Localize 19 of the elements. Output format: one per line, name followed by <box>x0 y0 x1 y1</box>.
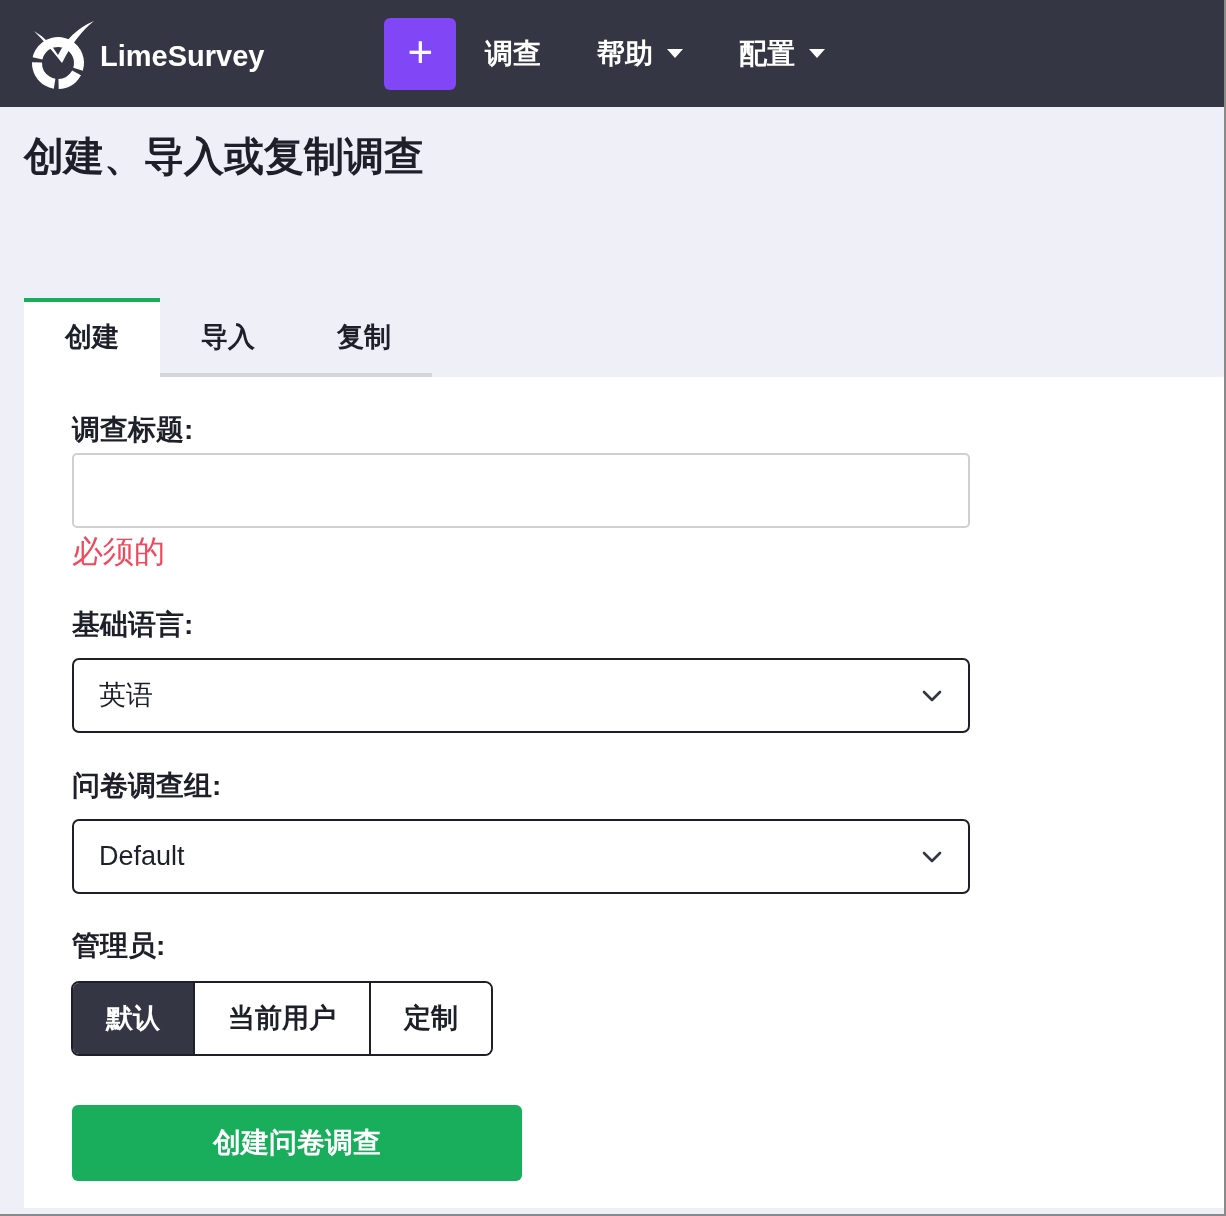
text-input[interactable] <box>72 453 970 528</box>
required-error: 必须的 <box>72 533 165 571</box>
nav-menu-item[interactable]: 配置 <box>739 32 826 75</box>
field-label: 调查标题: <box>72 413 194 447</box>
segment-option[interactable]: 默认 <box>73 983 193 1054</box>
nav-menu-item[interactable]: 帮助 <box>597 32 684 75</box>
nav-menu-item[interactable]: 调查 <box>485 32 542 75</box>
page-title: 创建、导入或复制调查 <box>24 133 424 179</box>
segment-option[interactable]: 定制 <box>369 983 491 1054</box>
tab[interactable]: 创建 <box>24 298 160 377</box>
dropdown-select[interactable]: Default <box>72 819 970 894</box>
dropdown-select[interactable]: 英语 <box>72 658 970 733</box>
chevron-down-icon <box>922 850 942 863</box>
field-label: 问卷调查组: <box>72 769 222 803</box>
field-label: 基础语言: <box>72 608 194 642</box>
add-button[interactable]: + <box>384 17 457 90</box>
brand-name[interactable]: LimeSurvey <box>100 34 265 79</box>
field-label: 管理员: <box>72 929 166 963</box>
chevron-down-icon <box>922 689 942 702</box>
